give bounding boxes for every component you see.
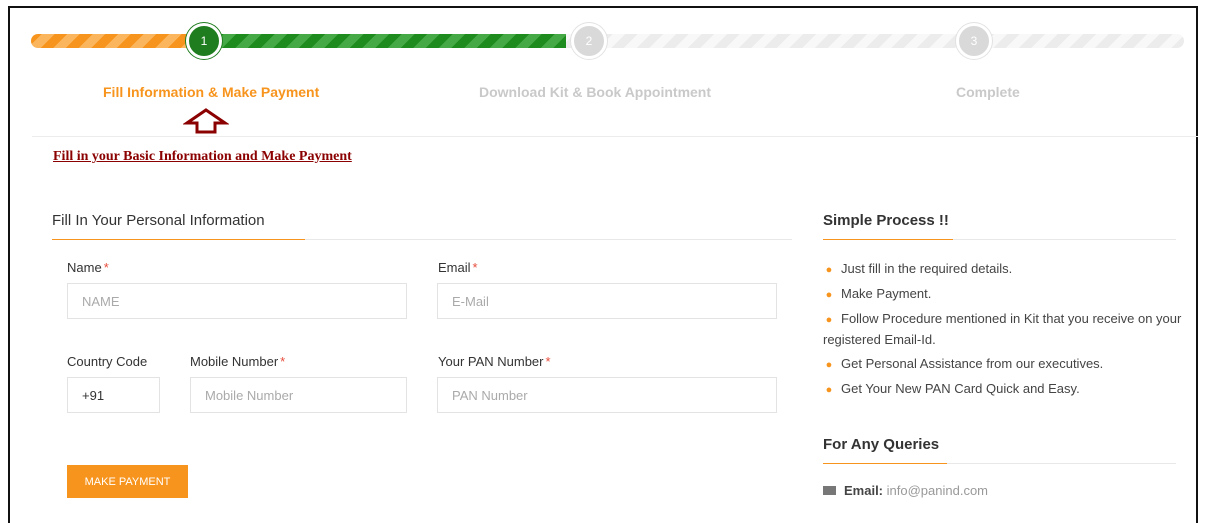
map-marker-icon: ●	[825, 359, 833, 371]
header-divider	[32, 136, 1198, 137]
queries-rule	[823, 463, 1176, 464]
pan-label-text: Your PAN Number	[438, 354, 544, 369]
step-3-label: Complete	[956, 84, 1020, 100]
step-1-indicator: 1	[186, 23, 222, 59]
up-arrow-icon	[183, 108, 229, 134]
process-item-text: Follow Procedure mentioned in Kit that y…	[823, 311, 1182, 347]
name-label: Name *	[67, 260, 109, 275]
email-label: Email:	[844, 483, 884, 498]
process-item: ● Get Personal Assistance from our execut…	[823, 354, 1183, 375]
process-list: ● Just fill in the required details. ● Mak…	[823, 259, 1183, 404]
process-title: Simple Process !!	[823, 212, 949, 229]
email-input[interactable]	[437, 283, 777, 319]
required-mark: *	[545, 354, 551, 369]
mobile-label: Mobile Number *	[190, 354, 285, 369]
process-item-text: Make Payment.	[841, 286, 932, 301]
country-code-input[interactable]	[67, 377, 160, 413]
step-1-label: Fill Information & Make Payment	[103, 84, 320, 100]
process-item-text: Just fill in the required details.	[841, 261, 1013, 276]
envelope-icon	[823, 486, 836, 495]
step-2-indicator: 2	[571, 23, 607, 59]
pan-number-input[interactable]	[437, 377, 777, 413]
step-3-indicator: 3	[956, 23, 992, 59]
map-marker-icon: ●	[825, 384, 833, 396]
email-label: Email *	[438, 260, 478, 275]
mobile-label-text: Mobile Number	[190, 354, 279, 369]
query-email: Email: info@panind.com	[823, 483, 988, 498]
personal-info-rule	[52, 239, 792, 240]
progress-segment-start	[31, 34, 206, 48]
map-marker-icon: ●	[825, 289, 833, 301]
process-item-text: Get Personal Assistance from our executi…	[841, 356, 1104, 371]
personal-info-title: Fill In Your Personal Information	[52, 212, 265, 229]
process-item: ● Get Your New PAN Card Quick and Easy.	[823, 379, 1183, 400]
process-item: ● Follow Procedure mentioned in Kit that …	[823, 309, 1183, 350]
required-mark: *	[472, 260, 478, 275]
name-label-text: Name	[67, 260, 102, 275]
map-marker-icon: ●	[825, 264, 833, 276]
mobile-number-input[interactable]	[190, 377, 407, 413]
make-payment-button[interactable]: MAKE PAYMENT	[67, 465, 188, 498]
map-marker-icon: ●	[825, 314, 833, 326]
progress-segment-complete	[206, 34, 566, 48]
step-2-label: Download Kit & Book Appointment	[479, 84, 712, 100]
process-rule-accent	[823, 239, 953, 240]
queries-rule-accent	[823, 463, 947, 464]
process-item: ● Make Payment.	[823, 284, 1183, 305]
instruction-notice: Fill in your Basic Information and Make …	[53, 149, 352, 164]
required-mark: *	[280, 354, 286, 369]
email-label-text: Email	[438, 260, 471, 275]
name-input[interactable]	[67, 283, 407, 319]
pan-label: Your PAN Number *	[438, 354, 551, 369]
queries-title: For Any Queries	[823, 436, 940, 453]
country-code-label: Country Code	[67, 354, 147, 369]
process-item: ● Just fill in the required details.	[823, 259, 1183, 280]
process-item-text: Get Your New PAN Card Quick and Easy.	[841, 381, 1080, 396]
country-code-label-text: Country Code	[67, 354, 148, 369]
email-link[interactable]: info@panind.com	[887, 483, 988, 498]
required-mark: *	[103, 260, 109, 275]
process-rule	[823, 239, 1176, 240]
personal-info-rule-accent	[52, 239, 305, 240]
